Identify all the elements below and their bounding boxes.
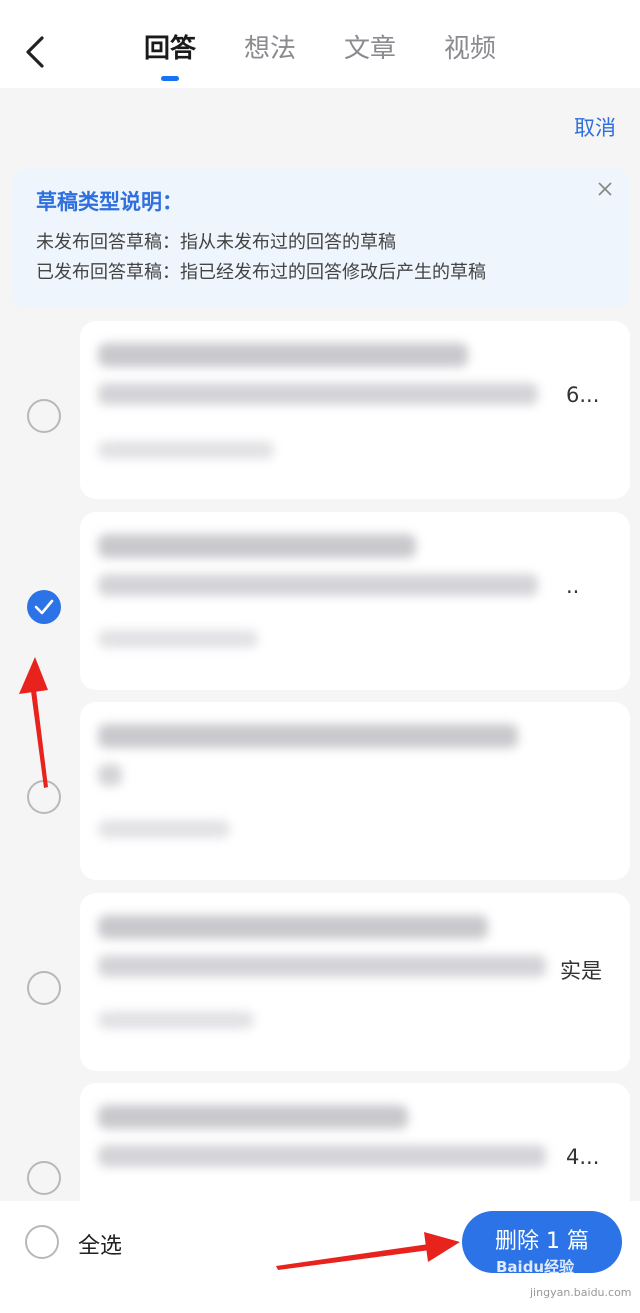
draft-preview-text: 实是 (560, 959, 602, 983)
draft-item: 6... (0, 321, 640, 499)
close-icon[interactable] (594, 178, 616, 200)
tab-bar: 回答 想法 文章 视频 (120, 30, 520, 81)
back-arrow-icon[interactable] (20, 32, 52, 72)
draft-select-radio[interactable] (27, 1161, 61, 1195)
draft-type-info-card: 草稿类型说明： 未发布回答草稿：指从未发布过的回答的草稿 已发布回答草稿：指已经… (12, 168, 630, 308)
draft-select-radio-checked[interactable] (27, 590, 61, 624)
draft-select-radio[interactable] (27, 399, 61, 433)
watermark-url: jingyan.baidu.com (530, 1286, 632, 1299)
cancel-button[interactable]: 取消 (574, 112, 616, 142)
draft-preview-text: 4... (566, 1145, 600, 1169)
info-line-unpublished: 未发布回答草稿：指从未发布过的回答的草稿 (36, 232, 396, 253)
info-card-title: 草稿类型说明： (36, 190, 183, 214)
draft-item: 实是 (0, 893, 640, 1071)
draft-select-radio[interactable] (27, 971, 61, 1005)
watermark-logo: Baidu经验 (496, 1258, 575, 1276)
active-tab-indicator (161, 76, 179, 81)
top-bar: 回答 想法 文章 视频 (0, 0, 640, 88)
draft-select-radio[interactable] (27, 780, 61, 814)
tab-thoughts-label: 想法 (243, 34, 296, 64)
tab-videos[interactable]: 视频 (420, 30, 520, 80)
tab-thoughts[interactable]: 想法 (220, 30, 320, 80)
tab-answers-label: 回答 (143, 34, 196, 64)
tab-videos-label: 视频 (443, 34, 496, 64)
select-all-radio[interactable] (25, 1225, 59, 1259)
tab-articles-label: 文章 (343, 34, 396, 64)
draft-card[interactable]: 6... (80, 321, 630, 499)
draft-card[interactable]: 实是 (80, 893, 630, 1071)
draft-preview-text: 6... (566, 383, 600, 407)
draft-card[interactable]: .. (80, 512, 630, 690)
select-all-label[interactable]: 全选 (78, 1228, 122, 1260)
draft-preview-text: .. (566, 574, 580, 598)
draft-item: .. (0, 512, 640, 690)
tab-answers[interactable]: 回答 (120, 30, 220, 81)
checkmark-icon (34, 599, 54, 615)
tab-articles[interactable]: 文章 (320, 30, 420, 80)
draft-item (0, 702, 640, 880)
draft-card[interactable] (80, 702, 630, 880)
info-line-published: 已发布回答草稿：指已经发布过的回答修改后产生的草稿 (36, 262, 486, 283)
